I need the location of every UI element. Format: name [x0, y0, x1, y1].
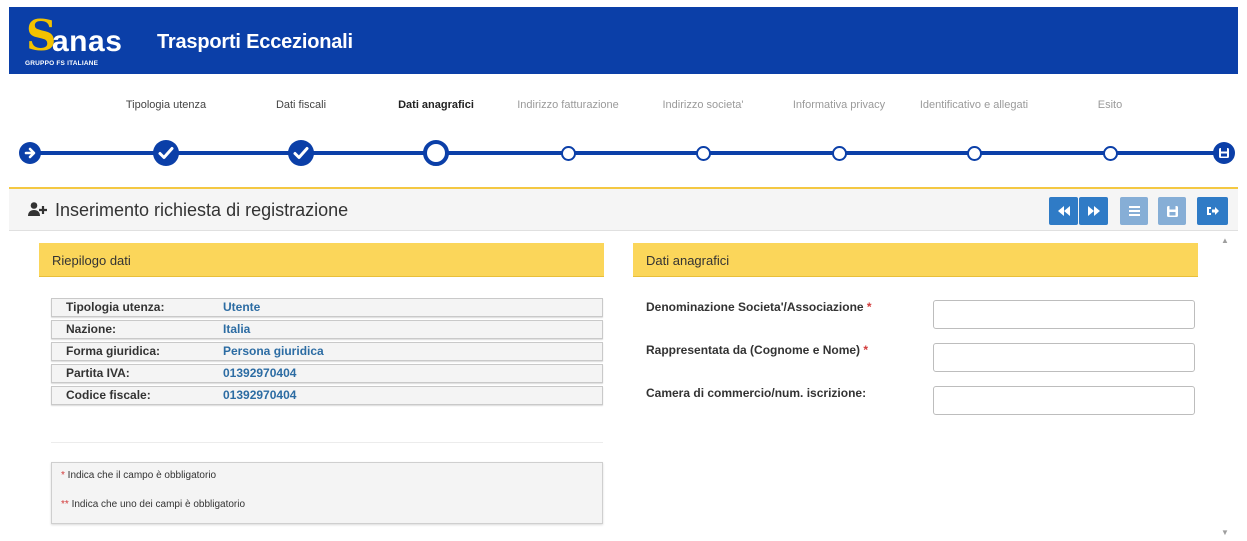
rappresentante-input[interactable] — [933, 343, 1195, 372]
required-marker: * — [866, 300, 872, 314]
step-label-informativa-privacy: Informativa privacy — [792, 99, 886, 111]
field-label-denominazione: Denominazione Societa'/Associazione * — [646, 300, 872, 314]
required-marker: * — [863, 343, 869, 357]
step-done-check-icon — [153, 140, 179, 166]
anas-logo[interactable]: S anas GRUPPO FS ITALIANE — [24, 11, 134, 73]
panel-header: Inserimento richiesta di registrazione — [9, 189, 1238, 231]
step-pending-circle-icon — [695, 146, 711, 161]
step-pending-circle-icon — [966, 146, 982, 161]
end-save-icon — [1213, 142, 1235, 164]
step-pending-circle-icon — [1102, 146, 1118, 161]
panel-title: Inserimento richiesta di registrazione — [55, 200, 349, 220]
legend-double-line: ** Indica che uno dei campi è obbligator… — [61, 499, 245, 510]
step-label-tipologia-utenza: Tipologia utenza — [125, 99, 207, 111]
legend-single-text: Indica che il campo è obbligatorio — [64, 470, 217, 481]
step-label-indirizzo-societa: Indirizzo societa' — [662, 99, 744, 111]
field-label-text: Denominazione Societa'/Associazione — [646, 300, 864, 314]
summary-label: Forma giuridica: — [66, 344, 161, 358]
summary-row: Partita IVA: 01392970404 — [51, 364, 603, 383]
fast-forward-icon — [1087, 206, 1100, 216]
summary-row: Tipologia utenza: Utente — [51, 298, 603, 317]
start-arrow-icon — [19, 142, 41, 164]
summary-table: Tipologia utenza: Utente Nazione: Italia… — [51, 298, 603, 408]
logo-word: anas — [52, 25, 123, 58]
summary-value: 01392970404 — [223, 366, 297, 380]
sign-out-icon — [1206, 207, 1219, 215]
step-label-identificativo-allegati: Identificativo e allegati — [919, 99, 1029, 111]
step-done-check-icon — [288, 140, 314, 166]
step-label-dati-fiscali: Dati fiscali — [275, 99, 327, 111]
user-plus-icon — [28, 201, 48, 217]
summary-label: Codice fiscale: — [66, 388, 151, 402]
form-section-header: Dati anagrafici — [633, 243, 1198, 277]
floppy-disk-icon — [1166, 206, 1178, 217]
summary-row: Nazione: Italia — [51, 320, 603, 339]
summary-label: Partita IVA: — [66, 366, 130, 380]
summary-value: Italia — [223, 322, 251, 336]
summary-row: Codice fiscale: 01392970404 — [51, 386, 603, 405]
summary-value: Utente — [223, 300, 261, 314]
list-icon — [1128, 206, 1140, 216]
list-button[interactable] — [1120, 197, 1148, 225]
step-label-dati-anagrafici: Dati anagrafici — [398, 99, 474, 111]
denominazione-input[interactable] — [933, 300, 1195, 329]
section-divider — [51, 442, 603, 443]
field-label-text: Rappresentata da (Cognome e Nome) — [646, 343, 861, 357]
first-step-button[interactable] — [1049, 197, 1078, 225]
legend-double-text: Indica che uno dei campi è obbligatorio — [68, 499, 246, 510]
step-label-indirizzo-fatturazione: Indirizzo fatturazione — [517, 99, 619, 111]
summary-label: Tipologia utenza: — [66, 300, 165, 314]
field-label-camera-commercio: Camera di commercio/num. iscrizione: — [646, 386, 866, 400]
summary-value: 01392970404 — [223, 388, 297, 402]
required-legend: * Indica che il campo è obbligatorio ** … — [51, 462, 603, 524]
camera-commercio-input[interactable] — [933, 386, 1195, 415]
field-label-rappresentata: Rappresentata da (Cognome e Nome) * — [646, 343, 868, 357]
scroll-down-arrow[interactable]: ▼ — [1221, 528, 1229, 537]
summary-section-title: Riepilogo dati — [52, 253, 131, 268]
form-section-title: Dati anagrafici — [646, 253, 730, 268]
scroll-up-arrow[interactable]: ▲ — [1221, 236, 1229, 245]
summary-section-header: Riepilogo dati — [39, 243, 604, 277]
fast-backward-icon — [1057, 206, 1070, 216]
logo-subtitle: GRUPPO FS ITALIANE — [25, 60, 99, 67]
step-active-circle-icon — [423, 140, 449, 166]
exit-button[interactable] — [1197, 197, 1228, 225]
stepper-track — [30, 151, 1225, 155]
app-title: Trasporti Eccezionali — [157, 31, 353, 53]
step-pending-circle-icon — [560, 146, 576, 161]
legend-single-line: * Indica che il campo è obbligatorio — [61, 470, 216, 481]
save-button[interactable] — [1158, 197, 1186, 225]
step-label-esito: Esito — [1097, 99, 1123, 111]
summary-value: Persona giuridica — [223, 344, 324, 358]
step-pending-circle-icon — [831, 146, 847, 161]
required-marker-double: ** — [61, 499, 69, 510]
summary-label: Nazione: — [66, 322, 117, 336]
summary-row: Forma giuridica: Persona giuridica — [51, 342, 603, 361]
next-step-button[interactable] — [1079, 197, 1108, 225]
app-header: S anas GRUPPO FS ITALIANE Trasporti Ecce… — [9, 7, 1238, 74]
field-label-text: Camera di commercio/num. iscrizione: — [646, 386, 867, 400]
